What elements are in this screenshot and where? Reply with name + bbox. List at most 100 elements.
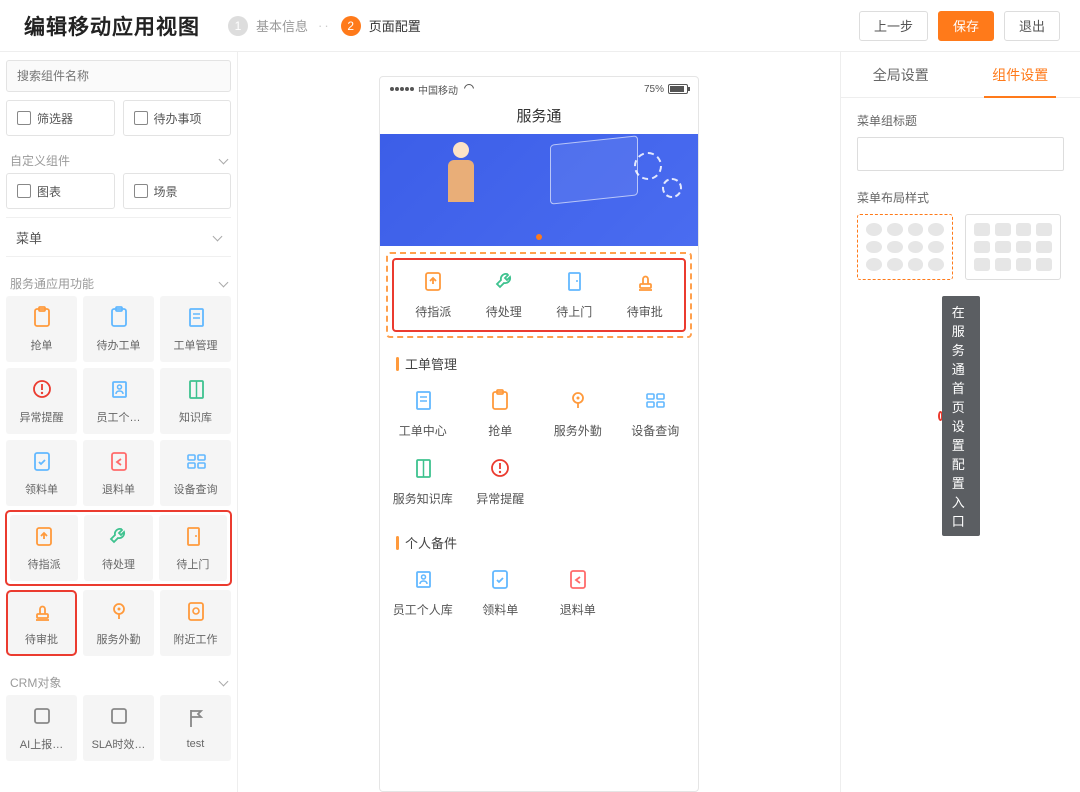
search-input[interactable] <box>6 60 231 92</box>
menu-label: 异常提醒 <box>476 490 524 507</box>
banner-image[interactable] <box>380 134 698 246</box>
widget-领料单[interactable]: 领料单 <box>6 440 77 506</box>
section-title: 工单管理 <box>380 338 698 379</box>
widget-label: 抢单 <box>31 337 53 353</box>
menu-item-服务外勤[interactable]: 服务外勤 <box>539 389 617 439</box>
menu-label: 员工个人库 <box>393 601 453 618</box>
doc-icon <box>412 389 434 414</box>
tab-component[interactable]: 组件设置 <box>961 52 1080 97</box>
menu-item-待处理[interactable]: 待处理 <box>469 270 540 320</box>
callout-tooltip: 在服务通首页设置配置入口 <box>938 296 980 536</box>
todo-icon <box>134 111 148 125</box>
door-icon <box>563 270 585 295</box>
widget-知识库[interactable]: 知识库 <box>160 368 231 434</box>
input-menu-title[interactable] <box>857 137 1064 171</box>
square-icon <box>108 705 130 730</box>
alert-icon <box>31 378 53 403</box>
widget-工单管理[interactable]: 工单管理 <box>160 296 231 362</box>
doc-back-icon <box>108 450 130 475</box>
widget-附近工作[interactable]: 附近工作 <box>160 590 231 656</box>
widget-异常提醒[interactable]: 异常提醒 <box>6 368 77 434</box>
chevron-down-icon <box>216 676 227 690</box>
group-custom[interactable]: 自定义组件 <box>6 144 231 173</box>
group-service[interactable]: 服务通应用功能 <box>6 267 231 296</box>
nearby-icon <box>185 600 207 625</box>
menu-label: 领料单 <box>482 601 518 618</box>
widget-label: 领料单 <box>25 481 58 497</box>
widget-设备查询[interactable]: 设备查询 <box>160 440 231 506</box>
widget-label: 待审批 <box>25 631 58 647</box>
widget-label: 退料单 <box>102 481 135 497</box>
menu-item-待上门[interactable]: 待上门 <box>539 270 610 320</box>
menu-item-抢单[interactable]: 抢单 <box>462 389 540 439</box>
widget-label: 设备查询 <box>174 481 218 497</box>
save-button[interactable]: 保存 <box>938 11 994 41</box>
menu-item-员工个人库[interactable]: 员工个人库 <box>384 568 462 618</box>
doc-check-icon <box>489 568 511 593</box>
widget-待审批[interactable]: 待审批 <box>6 590 77 656</box>
menu-label: 抢单 <box>488 422 512 439</box>
doc-check-icon <box>31 450 53 475</box>
menu-label: 服务外勤 <box>554 422 602 439</box>
selected-menu-zone[interactable]: 待指派 待处理 待上门 待审批 <box>386 252 692 338</box>
tab-global[interactable]: 全局设置 <box>841 52 961 97</box>
battery-icon <box>668 84 688 94</box>
widget-待上门[interactable]: 待上门 <box>159 515 227 581</box>
step-1[interactable]: 1 基本信息 <box>228 16 308 36</box>
location-icon <box>108 600 130 625</box>
menu-item-待指派[interactable]: 待指派 <box>398 270 469 320</box>
scene-icon <box>134 184 148 198</box>
widget-filter[interactable]: 筛选器 <box>6 100 115 136</box>
menu-label: 设备查询 <box>631 422 679 439</box>
menu-item-领料单[interactable]: 领料单 <box>462 568 540 618</box>
widget-待指派[interactable]: 待指派 <box>10 515 78 581</box>
component-palette: 筛选器 待办事项 自定义组件 图表 场景 菜单 服务通应用功能 抢单 待办工单 … <box>0 52 238 792</box>
assign-icon <box>422 270 444 295</box>
menu-item-异常提醒[interactable]: 异常提醒 <box>462 457 540 507</box>
chevron-down-icon <box>216 277 227 291</box>
widget-服务外勤[interactable]: 服务外勤 <box>83 590 154 656</box>
widget-退料单[interactable]: 退料单 <box>83 440 154 506</box>
menu-label: 待处理 <box>486 303 522 320</box>
prev-button[interactable]: 上一步 <box>859 11 928 41</box>
menu-item-服务知识库[interactable]: 服务知识库 <box>384 457 462 507</box>
clipboard-icon <box>31 306 53 331</box>
menu-label: 待审批 <box>627 303 663 320</box>
step-2[interactable]: 2 页面配置 <box>341 16 421 36</box>
menu-label: 服务知识库 <box>393 490 453 507</box>
chart-icon <box>17 184 31 198</box>
widget-label: 工单管理 <box>174 337 218 353</box>
widget-SLA时效…[interactable]: SLA时效… <box>83 695 154 761</box>
menu-accordion[interactable]: 菜单 <box>6 217 231 257</box>
widget-scene[interactable]: 场景 <box>123 173 232 209</box>
phone-preview: 中国移动 75% 服务通 待指派 待处理 待上门 待审批 <box>379 76 699 792</box>
menu-item-待审批[interactable]: 待审批 <box>610 270 681 320</box>
chevron-down-icon <box>216 154 227 168</box>
widget-todo[interactable]: 待办事项 <box>123 100 232 136</box>
widget-员工个…[interactable]: 员工个… <box>83 368 154 434</box>
widget-test[interactable]: test <box>160 695 231 761</box>
assign-icon <box>33 525 55 550</box>
book-icon <box>185 378 207 403</box>
page-title: 编辑移动应用视图 <box>24 11 200 41</box>
widget-抢单[interactable]: 抢单 <box>6 296 77 362</box>
person-icon <box>108 378 130 403</box>
menu-label: 待上门 <box>556 303 592 320</box>
widget-chart[interactable]: 图表 <box>6 173 115 209</box>
grid-icon <box>644 389 666 414</box>
wrench-icon <box>493 270 515 295</box>
group-crm[interactable]: CRM对象 <box>6 666 231 695</box>
widget-待处理[interactable]: 待处理 <box>84 515 152 581</box>
menu-item-退料单[interactable]: 退料单 <box>539 568 617 618</box>
widget-label: 异常提醒 <box>20 409 64 425</box>
step-indicator: 1 基本信息 ·· 2 页面配置 <box>228 16 859 36</box>
layout-option-squares[interactable] <box>965 214 1061 280</box>
exit-button[interactable]: 退出 <box>1004 11 1060 41</box>
status-bar: 中国移动 75% <box>380 77 698 101</box>
layout-option-circles[interactable] <box>857 214 953 280</box>
menu-item-工单中心[interactable]: 工单中心 <box>384 389 462 439</box>
widget-待办工单[interactable]: 待办工单 <box>83 296 154 362</box>
location-icon <box>567 389 589 414</box>
menu-item-设备查询[interactable]: 设备查询 <box>617 389 695 439</box>
widget-AI上报…[interactable]: AI上报… <box>6 695 77 761</box>
